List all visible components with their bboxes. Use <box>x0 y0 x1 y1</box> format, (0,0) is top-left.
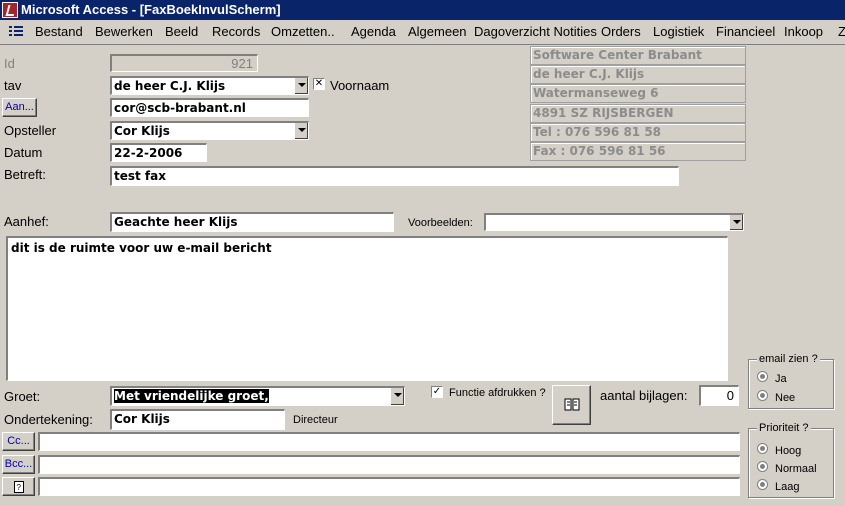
opsteller-label: Opsteller <box>4 123 57 138</box>
company-postal: 4891 SZ RIJSBERGEN <box>530 104 746 123</box>
menu-z[interactable]: Z <box>838 20 845 44</box>
bcc-field[interactable] <box>38 455 740 474</box>
bcc-button[interactable]: Bcc... <box>2 455 35 474</box>
company-contact: de heer C.J. Klijs <box>530 65 746 84</box>
menu-inkoop[interactable]: Inkoop <box>784 20 823 44</box>
menu-records[interactable]: Records <box>212 20 260 44</box>
prioriteit-normaal-label: Normaal <box>775 463 817 475</box>
voorbeelden-label: Voorbeelden: <box>408 217 473 229</box>
tav-value: de heer C.J. Klijs <box>114 79 226 93</box>
groet-combo[interactable]: Met vriendelijke groet, <box>110 386 405 406</box>
bijlagen-label: aantal bijlagen: <box>600 388 688 403</box>
email-zien-title: email zien ? <box>757 353 820 365</box>
menu-beeld[interactable]: Beeld <box>165 20 198 44</box>
voorbeelden-combo[interactable] <box>484 213 744 231</box>
aan-button[interactable]: Aan... <box>2 98 37 117</box>
cc-button[interactable]: Cc... <box>2 432 35 451</box>
window-title: Microsoft Access - [FaxBoekInvulScherm] <box>21 2 281 17</box>
aanhef-field[interactable]: Geachte heer Klijs <box>110 212 394 232</box>
menu-dagoverzicht[interactable]: Dagoverzicht Notities <box>474 20 597 44</box>
functie-checkbox[interactable]: ✓ <box>431 386 443 398</box>
id-label: Id <box>4 56 15 71</box>
message-body-textarea[interactable]: dit is de ruimte voor uw e-mail bericht <box>6 236 728 381</box>
form-menu-icon[interactable] <box>8 24 24 38</box>
id-field: 921 <box>110 54 258 72</box>
prioriteit-hoog-label: Hoog <box>775 445 802 457</box>
menu-orders[interactable]: Orders <box>601 20 641 44</box>
menu-financieel[interactable]: Financieel <box>716 20 775 44</box>
title-bar: Microsoft Access - [FaxBoekInvulScherm] <box>0 0 845 20</box>
functie-label: Functie afdrukken ? <box>449 387 546 399</box>
access-icon <box>2 2 18 18</box>
bijlagen-field[interactable]: 0 <box>699 385 739 406</box>
voorbeelden-dropdown-button[interactable] <box>729 215 743 230</box>
groet-dropdown-button[interactable] <box>390 388 404 405</box>
company-name: Software Center Brabant <box>530 46 746 65</box>
prioriteit-title: Prioriteit ? <box>757 422 811 434</box>
extra-field[interactable] <box>38 477 740 496</box>
opsteller-dropdown-button[interactable] <box>294 123 308 139</box>
prioriteit-normaal-radio[interactable] <box>757 461 768 472</box>
menu-bewerken[interactable]: Bewerken <box>95 20 153 44</box>
groet-label: Groet: <box>4 389 41 404</box>
ondertekening-field[interactable]: Cor Klijs <box>110 409 285 430</box>
datum-label: Datum <box>4 145 43 160</box>
datum-field[interactable]: 22-2-2006 <box>110 143 207 162</box>
opsteller-combo[interactable]: Cor Klijs <box>110 121 309 140</box>
email-field[interactable]: cor@scb-brabant.nl <box>110 98 309 117</box>
prioriteit-laag-label: Laag <box>775 481 800 493</box>
email-ja-label: Ja <box>775 373 787 385</box>
email-nee-radio[interactable] <box>757 390 768 401</box>
betreft-label: Betreft: <box>4 167 46 182</box>
functie-text: Directeur <box>293 414 338 426</box>
menu-agenda[interactable]: Agenda <box>351 20 396 44</box>
company-address: Watermanseweg 6 <box>530 84 746 103</box>
ondertekening-label: Ondertekening: <box>4 412 93 427</box>
voornaam-checkbox[interactable]: ✕ <box>313 78 325 90</box>
prioriteit-hoog-radio[interactable] <box>757 443 768 454</box>
tav-label: tav <box>4 78 22 93</box>
menu-logistiek[interactable]: Logistiek <box>653 20 704 44</box>
svg-text:?: ? <box>16 483 21 492</box>
print-button[interactable] <box>552 385 591 425</box>
note-icon: ? <box>13 481 24 493</box>
betreft-field[interactable]: test fax <box>110 166 679 186</box>
company-fax: Fax : 076 596 81 56 <box>530 142 746 161</box>
book-icon <box>564 398 579 411</box>
cc-field[interactable] <box>38 432 740 451</box>
email-ja-radio[interactable] <box>757 371 768 382</box>
menu-omzetten[interactable]: Omzetten.. <box>271 20 335 44</box>
menu-bestand[interactable]: Bestand <box>35 20 83 44</box>
prioriteit-laag-radio[interactable] <box>757 479 768 490</box>
tav-combo[interactable]: de heer C.J. Klijs <box>110 76 309 95</box>
voornaam-label: Voornaam <box>330 78 390 93</box>
note-button[interactable]: ? <box>2 477 35 496</box>
opsteller-value: Cor Klijs <box>114 124 170 138</box>
aanhef-label: Aanhef: <box>4 214 49 229</box>
company-tel: Tel : 076 596 81 58 <box>530 123 746 142</box>
groet-value: Met vriendelijke groet, <box>114 389 269 403</box>
email-nee-label: Nee <box>775 392 796 404</box>
tav-dropdown-button[interactable] <box>294 78 308 94</box>
menu-algemeen[interactable]: Algemeen <box>408 20 467 44</box>
menu-bar: Bestand Bewerken Beeld Records Omzetten.… <box>0 20 845 45</box>
